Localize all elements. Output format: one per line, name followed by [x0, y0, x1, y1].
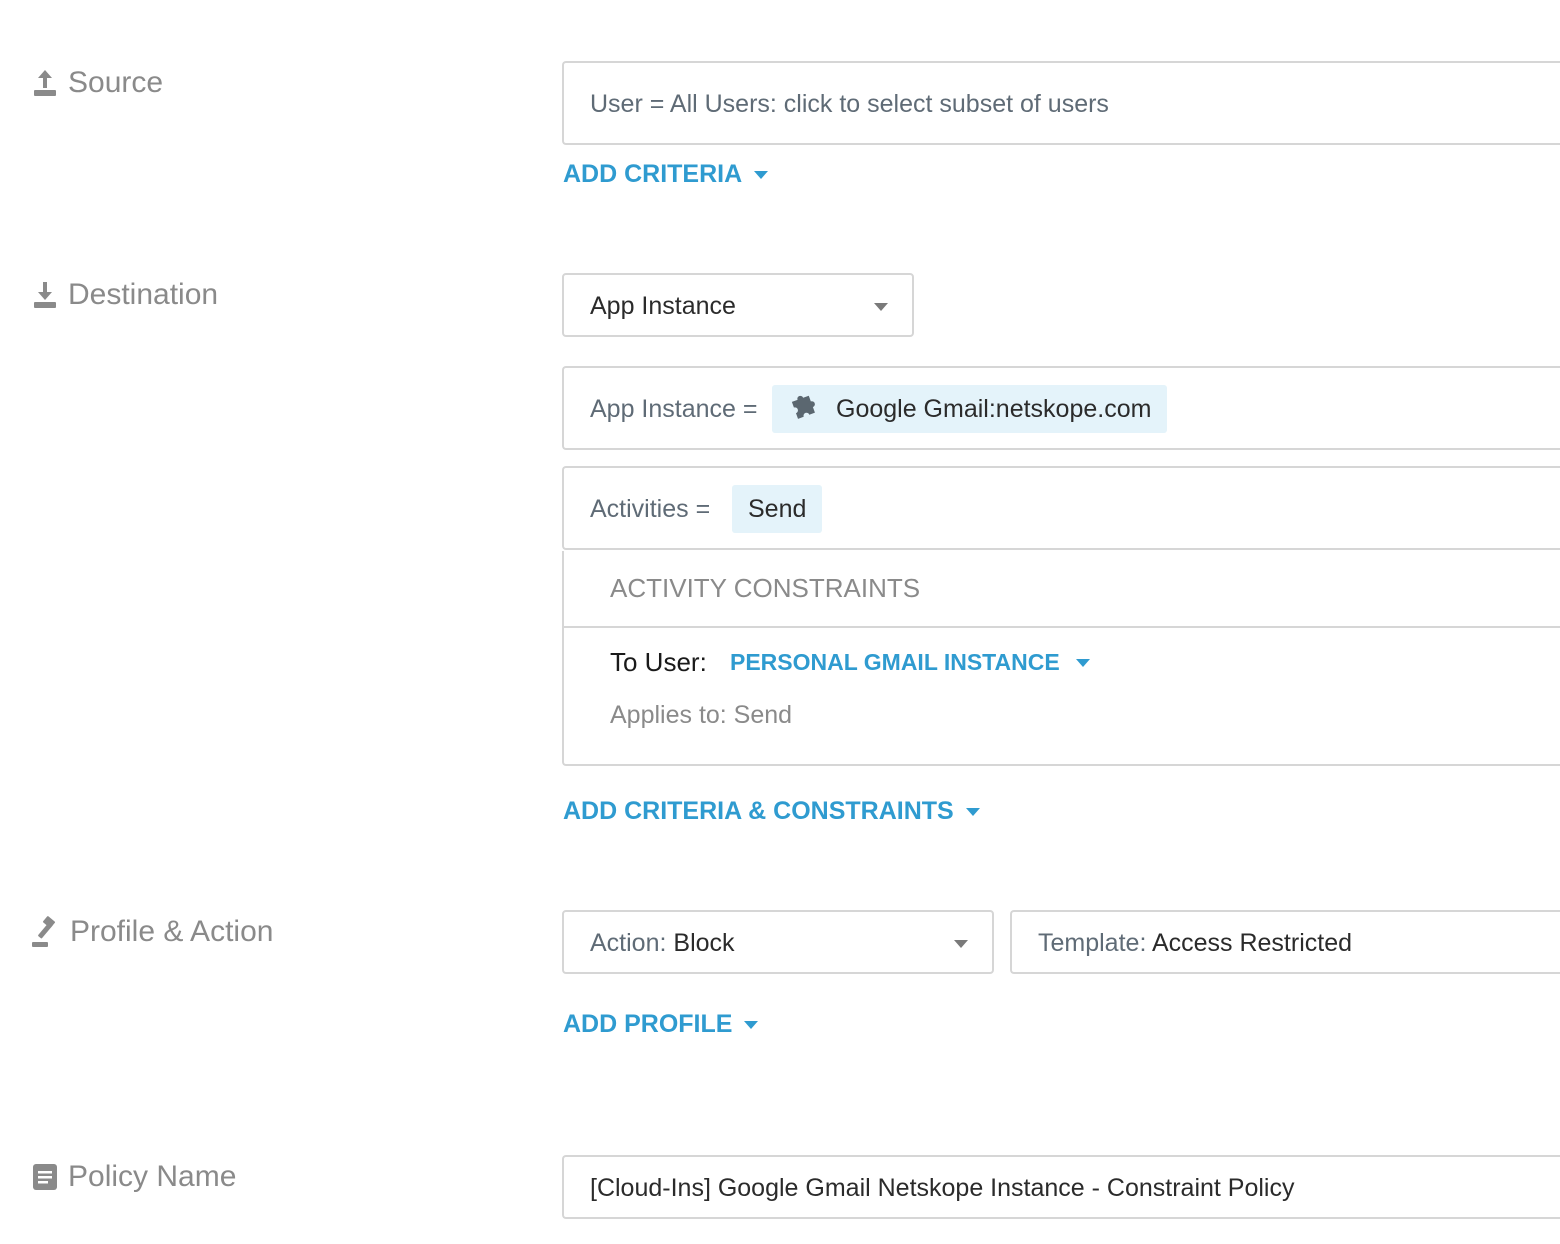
constraints-divider: [564, 626, 1560, 628]
source-user-text: User = All Users: click to select subset…: [590, 90, 1109, 118]
activity-constraints-panel: ACTIVITY CONSTRAINTS To User: PERSONAL G…: [562, 551, 1560, 766]
add-profile-label: ADD PROFILE: [563, 1010, 733, 1038]
template-select[interactable]: Template: Access Restricted: [1010, 910, 1560, 974]
template-value: Access Restricted: [1151, 929, 1353, 957]
caret-down-icon: [754, 170, 769, 179]
policy-name-value: [Cloud-Ins] Google Gmail Netskope Instan…: [590, 1174, 1295, 1202]
action-select[interactable]: Action: Block: [562, 910, 994, 974]
caret-down-icon: [965, 807, 980, 816]
profile-action-section-label: Profile & Action: [32, 915, 273, 949]
chevron-down-icon: [874, 303, 888, 311]
destination-type-select[interactable]: App Instance: [562, 273, 914, 337]
source-section-label: Source: [32, 66, 163, 100]
activity-chip[interactable]: Send: [732, 485, 823, 533]
activities-prefix: Activities =: [590, 495, 711, 523]
activity-chip-label: Send: [748, 494, 807, 523]
gavel-icon: [32, 916, 60, 948]
to-user-value: PERSONAL GMAIL INSTANCE: [730, 649, 1060, 675]
activity-constraints-header: ACTIVITY CONSTRAINTS: [610, 573, 921, 603]
app-instance-chip-label: Google Gmail:netskope.com: [836, 394, 1152, 423]
upload-icon: [32, 68, 58, 98]
puzzle-icon: [788, 390, 820, 429]
action-prefix: Action:: [590, 929, 667, 957]
profile-action-label: Profile & Action: [70, 915, 274, 948]
to-user-dropdown[interactable]: PERSONAL GMAIL INSTANCE: [730, 649, 1090, 676]
add-criteria-constraints-button[interactable]: ADD CRITERIA & CONSTRAINTS: [563, 797, 980, 826]
policy-name-section-label: Policy Name: [32, 1160, 236, 1194]
source-label: Source: [68, 66, 164, 99]
source-user-field[interactable]: User = All Users: click to select subset…: [562, 61, 1560, 145]
app-instance-field[interactable]: App Instance = Google Gmail:netskope.com: [562, 366, 1560, 450]
template-prefix: Template:: [1038, 929, 1152, 957]
destination-type-value: App Instance: [590, 292, 736, 320]
destination-label: Destination: [68, 278, 219, 311]
app-instance-prefix: App Instance =: [590, 395, 758, 423]
caret-down-icon: [1075, 658, 1090, 667]
policy-name-input[interactable]: [Cloud-Ins] Google Gmail Netskope Instan…: [562, 1155, 1560, 1219]
policy-name-label: Policy Name: [68, 1160, 237, 1193]
action-value: Block: [673, 929, 735, 957]
caret-down-icon: [744, 1020, 759, 1029]
add-criteria-label: ADD CRITERIA: [563, 160, 743, 188]
template-text: Template: Access Restricted: [1038, 929, 1352, 958]
document-icon: [32, 1162, 58, 1192]
add-profile-button[interactable]: ADD PROFILE: [563, 1010, 759, 1039]
activities-field[interactable]: Activities = Send: [562, 466, 1560, 550]
applies-to-text: Applies to: Send: [610, 701, 793, 729]
download-icon: [32, 280, 58, 310]
chevron-down-icon: [954, 940, 968, 948]
source-add-criteria-button[interactable]: ADD CRITERIA: [563, 160, 769, 189]
add-criteria-constraints-label: ADD CRITERIA & CONSTRAINTS: [563, 797, 954, 825]
destination-section-label: Destination: [32, 278, 218, 312]
to-user-label: To User:: [610, 647, 707, 677]
action-text: Action: Block: [590, 929, 735, 958]
app-instance-chip[interactable]: Google Gmail:netskope.com: [772, 385, 1168, 433]
